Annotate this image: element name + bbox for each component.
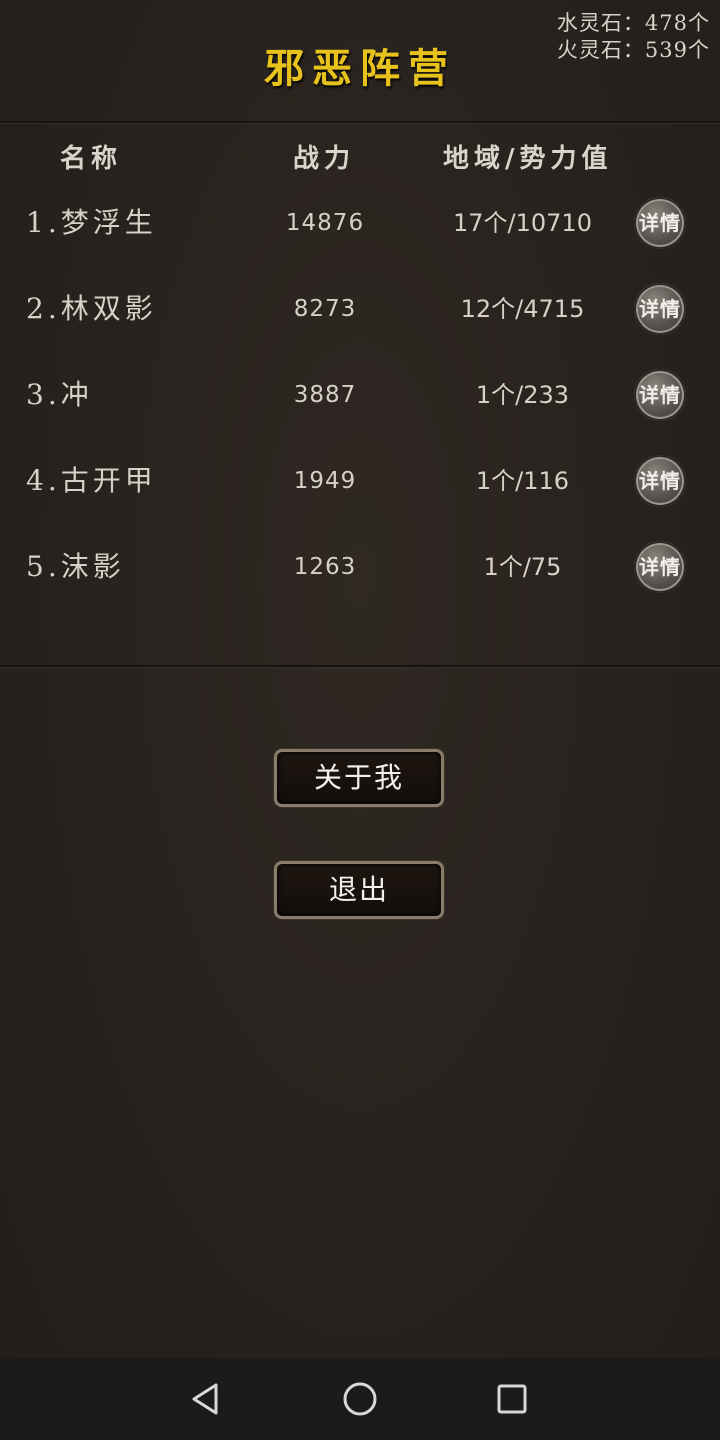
back-icon[interactable] (186, 1379, 226, 1419)
faction-screen: 水灵石：478个 火灵石：539个 邪恶阵营 名称 战力 地域/势力值 1.梦浮… (0, 0, 720, 1440)
detail-button[interactable]: 详情 (634, 283, 686, 335)
player-power: 1949 (293, 468, 357, 494)
exit-button[interactable]: 退出 (274, 861, 444, 919)
detail-button[interactable]: 详情 (634, 369, 686, 421)
column-header-region: 地域/势力值 (443, 144, 613, 174)
page-title: 邪恶阵营 (264, 45, 456, 92)
player-name: 1.梦浮生 (26, 206, 157, 239)
about-me-button[interactable]: 关于我 (274, 749, 444, 807)
detail-button[interactable]: 详情 (634, 455, 686, 507)
player-power: 14876 (285, 210, 365, 236)
column-header-name: 名称 (60, 144, 123, 174)
water-stone-count: 水灵石：478个 (556, 11, 710, 35)
player-name: 5.沫影 (26, 550, 125, 583)
player-name: 4.古开甲 (26, 464, 157, 497)
player-region: 12个/4715 (460, 295, 585, 323)
header-divider (0, 121, 720, 124)
table-row: 2.林双影 8273 12个/4715 详情 (0, 274, 720, 344)
table-row: 3.冲 3887 1个/233 详情 (0, 360, 720, 430)
player-name: 2.林双影 (26, 292, 157, 325)
system-navigation-bar (0, 1358, 720, 1440)
player-region: 1个/116 (475, 467, 570, 495)
detail-button[interactable]: 详情 (634, 197, 686, 249)
home-icon[interactable] (340, 1379, 380, 1419)
player-region: 1个/75 (483, 553, 562, 581)
player-region: 1个/233 (475, 381, 570, 409)
recent-apps-icon[interactable] (492, 1379, 532, 1419)
detail-button[interactable]: 详情 (634, 541, 686, 593)
column-header-power: 战力 (293, 144, 356, 174)
player-power: 3887 (293, 382, 357, 408)
player-region: 17个/10710 (453, 209, 592, 237)
table-row: 4.古开甲 1949 1个/116 详情 (0, 446, 720, 516)
player-name: 3.冲 (26, 378, 93, 411)
player-power: 1263 (293, 554, 357, 580)
table-row: 5.沫影 1263 1个/75 详情 (0, 532, 720, 602)
table-row: 1.梦浮生 14876 17个/10710 详情 (0, 188, 720, 258)
player-power: 8273 (293, 296, 357, 322)
table-divider (0, 665, 720, 668)
